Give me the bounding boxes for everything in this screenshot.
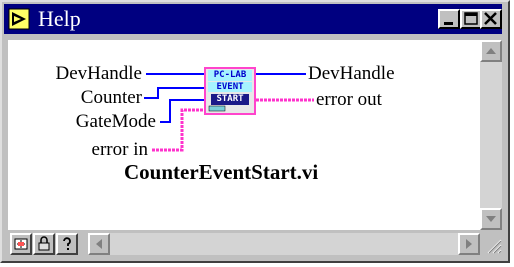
scroll-down-button[interactable] <box>480 208 502 230</box>
vi-icon-line2: EVENT <box>216 82 244 92</box>
vi-icon-line3: START <box>216 94 244 104</box>
terminal-label-gatemode: GateMode <box>75 111 156 132</box>
help-question-icon <box>63 237 71 250</box>
help-question-button[interactable] <box>56 233 78 255</box>
vi-icon-line1: PC-LAB <box>213 70 247 80</box>
vertical-scrollbar[interactable] <box>480 40 502 230</box>
scroll-right-button[interactable] <box>458 233 480 255</box>
help-content: PC-LAB EVENT START DevHandle Counter Gat… <box>8 40 480 230</box>
show-terminals-icon <box>14 238 28 250</box>
lock-icon <box>38 236 50 251</box>
labview-app-icon <box>8 8 30 30</box>
vi-name: CounterEventStart.vi <box>124 160 319 184</box>
lock-button[interactable] <box>33 233 55 255</box>
resize-grip[interactable] <box>482 234 502 254</box>
terminal-label-error-out: error out <box>316 89 382 110</box>
wire-counter <box>144 87 204 99</box>
terminal-label-devhandle-out: DevHandle <box>308 63 395 84</box>
show-terminals-button[interactable] <box>10 233 32 255</box>
title-bar[interactable]: Help <box>4 4 502 34</box>
minimize-icon <box>444 22 453 25</box>
wire-error-in <box>152 108 204 152</box>
horizontal-scrollbar[interactable] <box>88 233 480 255</box>
resize-grip-icon <box>487 239 502 254</box>
scroll-left-button[interactable] <box>88 233 110 255</box>
arrow-down-icon <box>486 216 496 222</box>
arrow-right-icon <box>466 239 472 249</box>
terminal-label-devhandle-in: DevHandle <box>55 63 142 84</box>
close-button[interactable] <box>480 9 502 29</box>
maximize-button[interactable] <box>460 9 482 29</box>
vi-icon: PC-LAB EVENT START <box>204 67 256 115</box>
minimize-button[interactable] <box>438 9 460 29</box>
terminal-label-error-in: error in <box>91 139 148 160</box>
terminal-label-counter: Counter <box>80 87 142 108</box>
maximize-icon <box>464 12 478 25</box>
close-icon <box>484 12 497 25</box>
bottom-toolbar <box>8 232 502 256</box>
arrow-up-icon <box>486 48 496 54</box>
window-title: Help <box>38 6 81 31</box>
arrow-left-icon <box>96 239 102 249</box>
scroll-up-button[interactable] <box>480 40 502 62</box>
